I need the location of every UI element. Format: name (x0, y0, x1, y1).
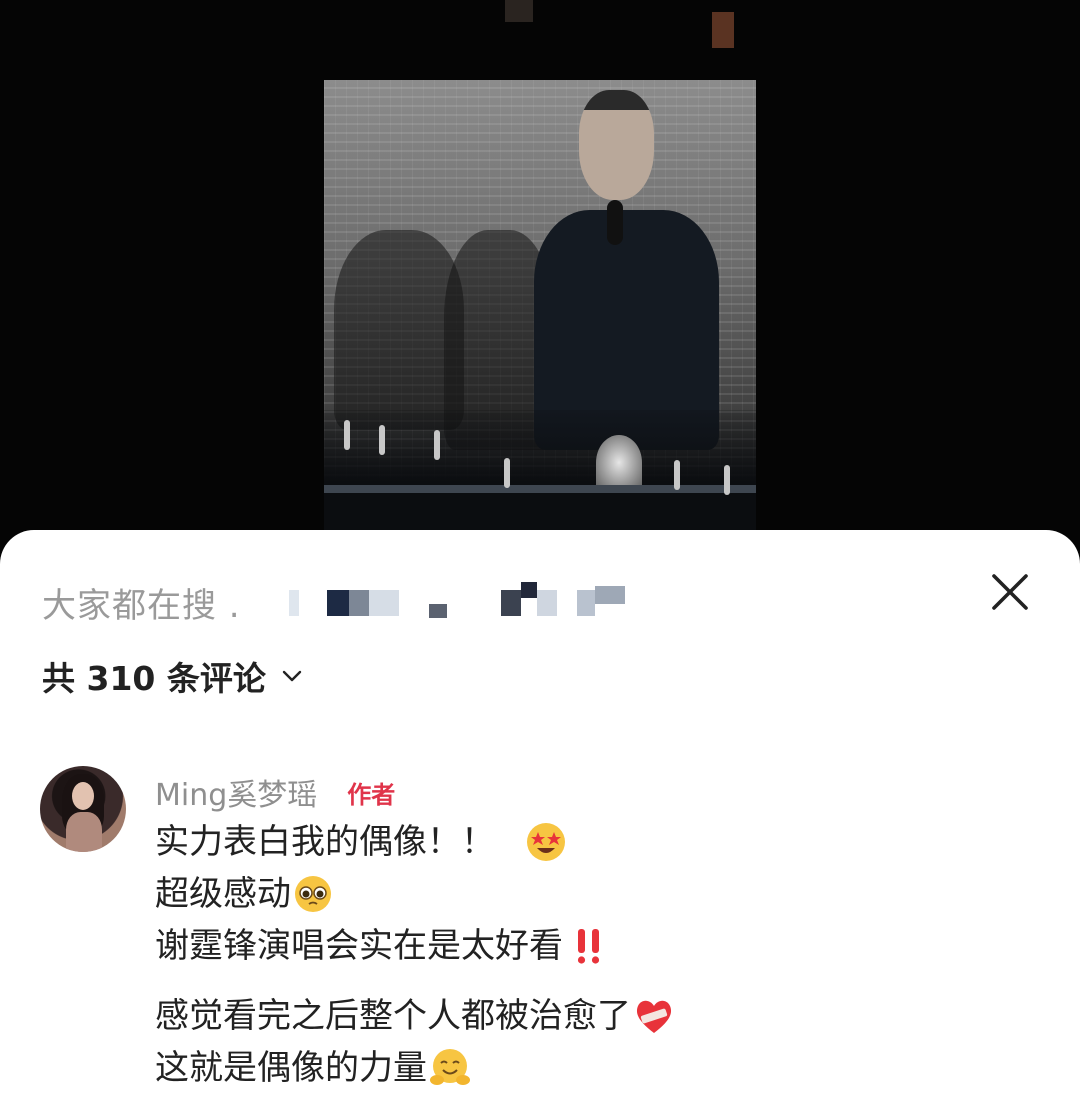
hugging-face-icon (430, 1049, 470, 1085)
comment-body: 实力表白我的偶像！！ 超级感动 谢霆锋演唱会实在是太好看 感觉看完之后整个人都被… (155, 816, 1035, 1094)
comment-line: 这就是偶像的力量 (155, 1042, 1035, 1094)
ceiling-light (712, 12, 734, 48)
comment-line: 感觉看完之后整个人都被治愈了 (155, 990, 1035, 1042)
author-badge: 作者 (347, 780, 396, 809)
band-member (344, 420, 350, 450)
comment-line: 谢霆锋演唱会实在是太好看 (155, 920, 1035, 972)
comment-line: 实力表白我的偶像！！ (155, 816, 1035, 868)
comment-line: 超级感动 (155, 868, 1035, 920)
band-member (434, 430, 440, 460)
concert-video-frame (324, 80, 756, 530)
trending-search-label: 大家都在搜 . (42, 585, 241, 626)
stage (324, 410, 756, 530)
mending-heart-icon (636, 1000, 672, 1033)
double-exclamation-icon (577, 929, 600, 964)
star-struck-icon (527, 823, 565, 861)
comment-sheet: 大家都在搜 . 共 310 条评论 Ming奚梦瑶 作者 实力表白我的偶像！！ … (0, 530, 1080, 1107)
chevron-down-icon (282, 670, 302, 682)
comment-author-name[interactable]: Ming奚梦瑶 (155, 770, 317, 814)
comment-count-sort-toggle[interactable]: 共 310 条评论 (42, 652, 304, 700)
close-icon (992, 574, 1028, 610)
comment-count-label: 共 310 条评论 (42, 659, 266, 698)
spotlight (596, 435, 642, 490)
microphone (607, 200, 623, 245)
ceiling-light (505, 0, 533, 22)
blurred-search-term[interactable] (288, 582, 649, 622)
pleading-face-icon (295, 876, 331, 912)
video-player[interactable] (0, 0, 1080, 560)
band-member (504, 458, 510, 488)
band-member (674, 460, 680, 490)
band-member (379, 425, 385, 455)
stage-floor (324, 485, 756, 493)
trending-search-bar[interactable]: 大家都在搜 . (42, 578, 649, 626)
close-button[interactable] (984, 566, 1036, 618)
band-member (724, 465, 730, 495)
avatar[interactable] (40, 766, 126, 852)
singer-head (579, 90, 654, 200)
